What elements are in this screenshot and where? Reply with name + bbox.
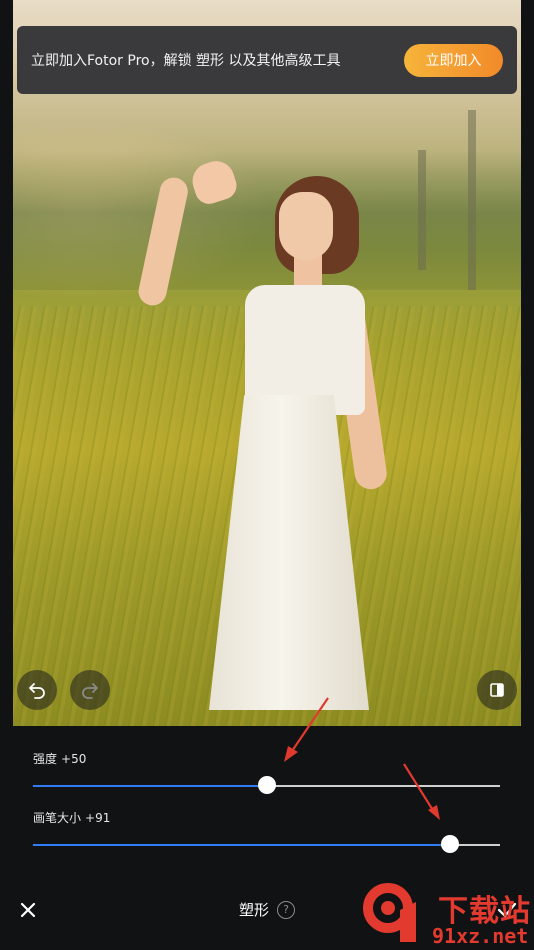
undo-button[interactable]: [17, 670, 57, 710]
intensity-slider-knob[interactable]: [257, 776, 276, 794]
brush-size-label: 画笔大小 +91: [33, 809, 110, 826]
intensity-slider-fill: [33, 785, 267, 787]
help-icon[interactable]: ?: [277, 900, 295, 919]
promo-banner: 立即加入Fotor Pro，解锁 塑形 以及其他高级工具 立即加入: [17, 26, 517, 94]
compare-button[interactable]: [477, 670, 517, 710]
intensity-value: +50: [61, 752, 87, 766]
tree-line: [13, 150, 521, 290]
photo-canvas[interactable]: [13, 0, 521, 726]
promo-text: 立即加入Fotor Pro，解锁 塑形 以及其他高级工具: [31, 53, 341, 69]
palm-tree: [468, 110, 476, 290]
redo-button[interactable]: [70, 670, 110, 710]
join-pro-button[interactable]: 立即加入: [404, 43, 503, 77]
watermark-text-bottom: 91xz.net: [432, 924, 529, 948]
annotation-arrow: [284, 697, 329, 762]
brush-size-slider-fill: [33, 844, 451, 846]
watermark-logo: [363, 883, 416, 942]
intensity-label-text: 强度: [33, 752, 58, 766]
person-face: [279, 192, 333, 260]
redo-icon: [82, 683, 98, 699]
intensity-label: 强度 +50: [33, 750, 86, 767]
tool-title: 塑形: [238, 901, 269, 919]
brush-size-value: +91: [85, 811, 111, 825]
compare-icon: [490, 683, 504, 697]
brush-size-label-text: 画笔大小: [33, 811, 82, 825]
brush-size-slider-knob[interactable]: [441, 835, 460, 853]
annotation-arrow: [403, 763, 440, 820]
palm-tree: [418, 150, 426, 270]
brush-size-slider[interactable]: [33, 835, 500, 853]
undo-icon: [29, 683, 45, 699]
